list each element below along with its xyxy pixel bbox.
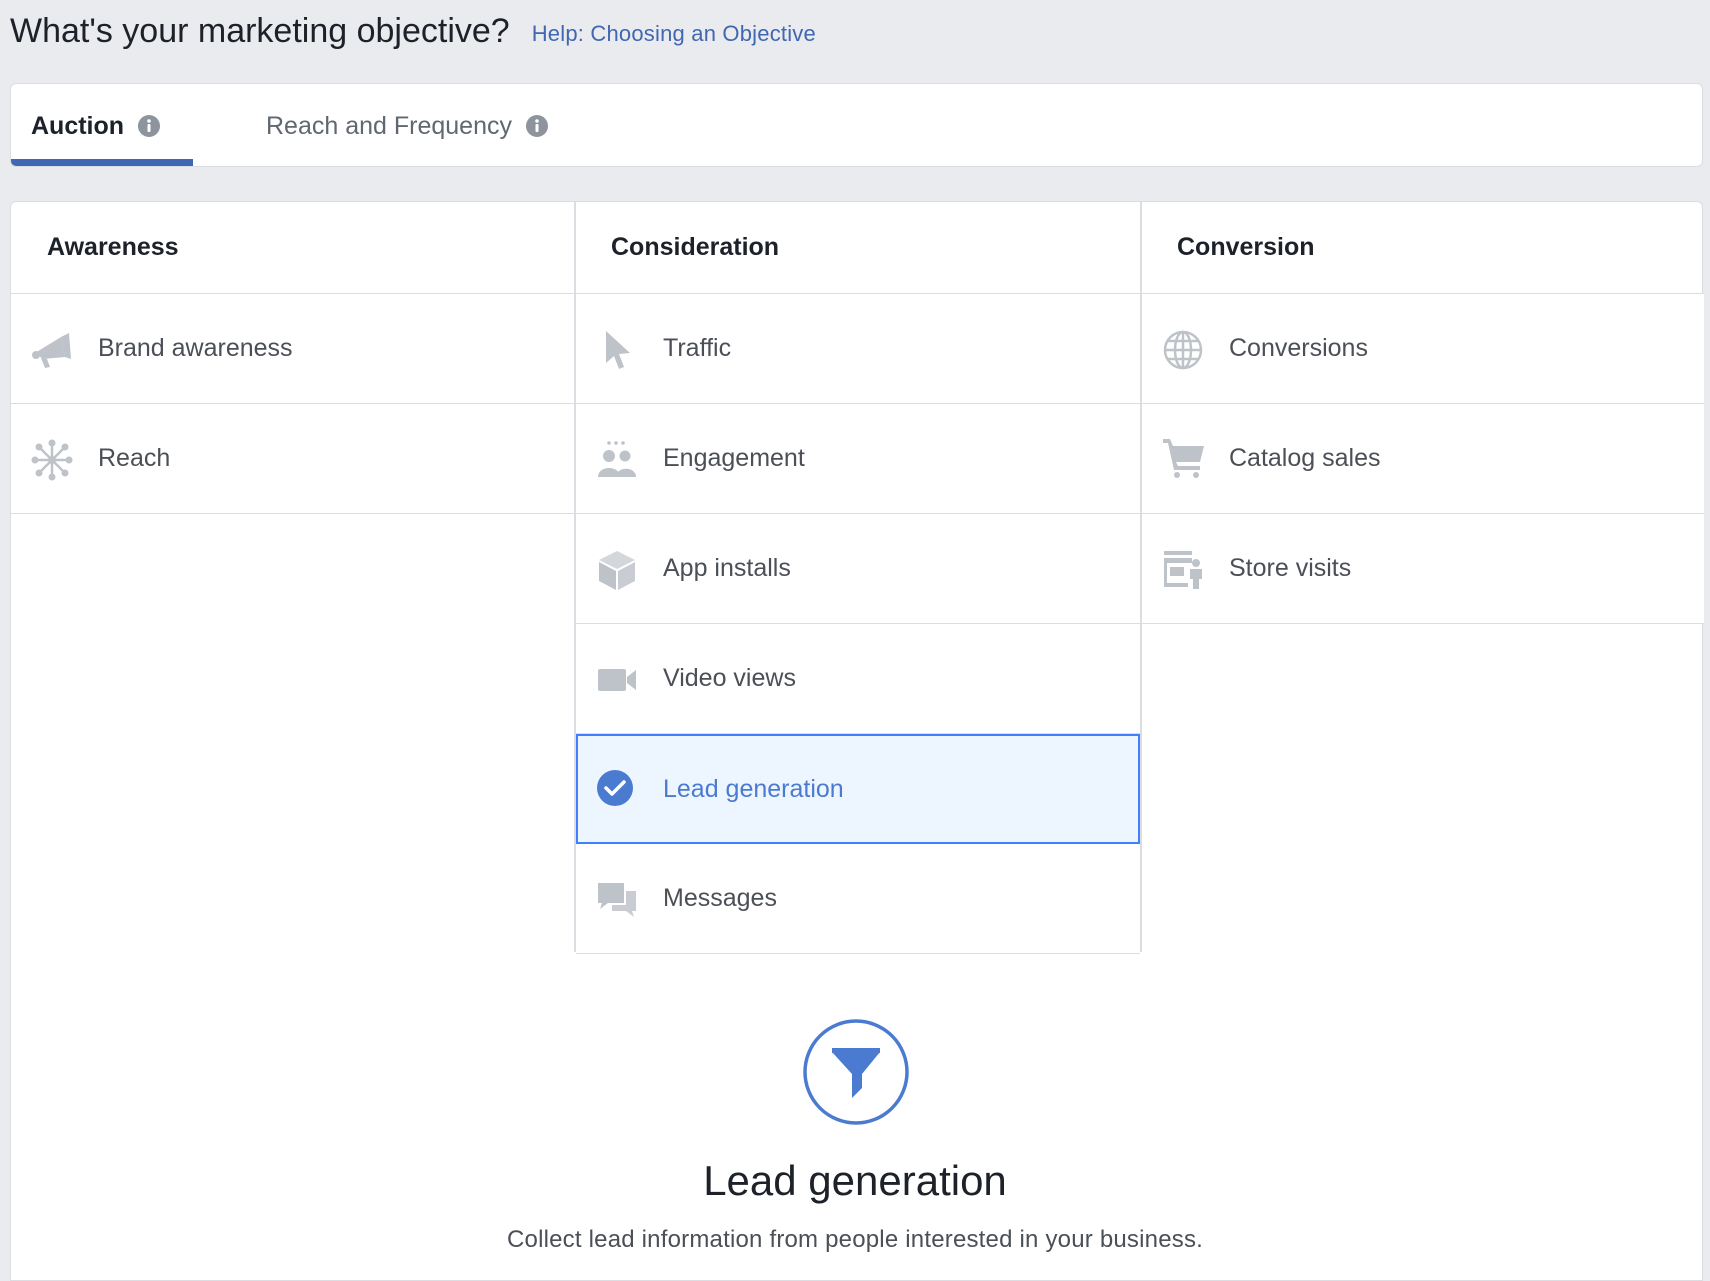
funnel-icon <box>803 1019 909 1125</box>
tab-reach-frequency-label: Reach and Frequency <box>266 111 512 140</box>
megaphone-icon <box>32 333 71 368</box>
column-heading-awareness: Awareness <box>11 202 575 294</box>
objective-label: Catalog sales <box>1229 444 1381 472</box>
objective-label: Video views <box>663 664 796 692</box>
detail-description: Collect lead information from people int… <box>506 1226 1204 1253</box>
people-icon <box>598 441 636 477</box>
video-camera-icon <box>598 669 636 691</box>
reach-network-icon <box>31 439 73 481</box>
help-link[interactable]: Help: Choosing an Objective <box>532 21 816 47</box>
info-icon[interactable] <box>525 115 548 137</box>
box-icon <box>599 551 635 590</box>
objective-app-installs[interactable]: App installs <box>576 514 1140 624</box>
column-awareness: Awareness Brand awareness Reach <box>11 202 575 514</box>
tab-auction-label: Auction <box>31 111 125 140</box>
store-icon <box>1164 551 1202 589</box>
objective-catalog-sales[interactable]: Catalog sales <box>1142 404 1704 514</box>
objective-messages[interactable]: Messages <box>576 844 1140 954</box>
objective-label: Traffic <box>663 334 732 362</box>
info-icon[interactable] <box>138 115 161 137</box>
objective-label: Lead generation <box>663 774 844 803</box>
objective-lead-generation[interactable]: Lead generation <box>576 734 1140 844</box>
objective-label: Reach <box>98 444 171 472</box>
objective-label: Brand awareness <box>98 334 293 362</box>
objective-label: Messages <box>663 884 777 912</box>
objective-video-views[interactable]: Video views <box>576 624 1140 734</box>
buying-type-tabs: Auction Reach and Frequency <box>10 83 1703 167</box>
chat-bubbles-icon <box>598 883 636 917</box>
objective-label: Store visits <box>1229 554 1352 582</box>
objective-brand-awareness[interactable]: Brand awareness <box>11 294 575 404</box>
column-heading-conversion: Conversion <box>1142 202 1704 294</box>
tab-auction[interactable]: Auction <box>31 84 161 166</box>
column-heading-consideration: Consideration <box>576 202 1140 294</box>
detail-title: Lead generation <box>703 1157 1007 1204</box>
shopping-cart-icon <box>1163 439 1204 478</box>
page-title: What's your marketing objective? <box>10 11 510 50</box>
column-consideration: Consideration Traffic Engagement App ins… <box>576 202 1140 954</box>
objective-engagement[interactable]: Engagement <box>576 404 1140 514</box>
objective-label: App installs <box>663 554 791 582</box>
column-conversion: Conversion Conversions Catalog sales Sto… <box>1142 202 1704 624</box>
check-circle-icon <box>597 770 633 806</box>
objective-label: Engagement <box>663 444 805 472</box>
tab-reach-and-frequency[interactable]: Reach and Frequency <box>266 84 548 166</box>
objective-reach[interactable]: Reach <box>11 404 575 514</box>
cursor-icon <box>606 331 630 369</box>
objective-store-visits[interactable]: Store visits <box>1142 514 1704 624</box>
objective-label: Conversions <box>1229 334 1368 362</box>
objective-traffic[interactable]: Traffic <box>576 294 1140 404</box>
globe-icon <box>1163 330 1203 370</box>
objective-conversions[interactable]: Conversions <box>1142 294 1704 404</box>
page-header: What's your marketing objective? Help: C… <box>10 0 816 62</box>
active-tab-indicator <box>11 159 193 166</box>
